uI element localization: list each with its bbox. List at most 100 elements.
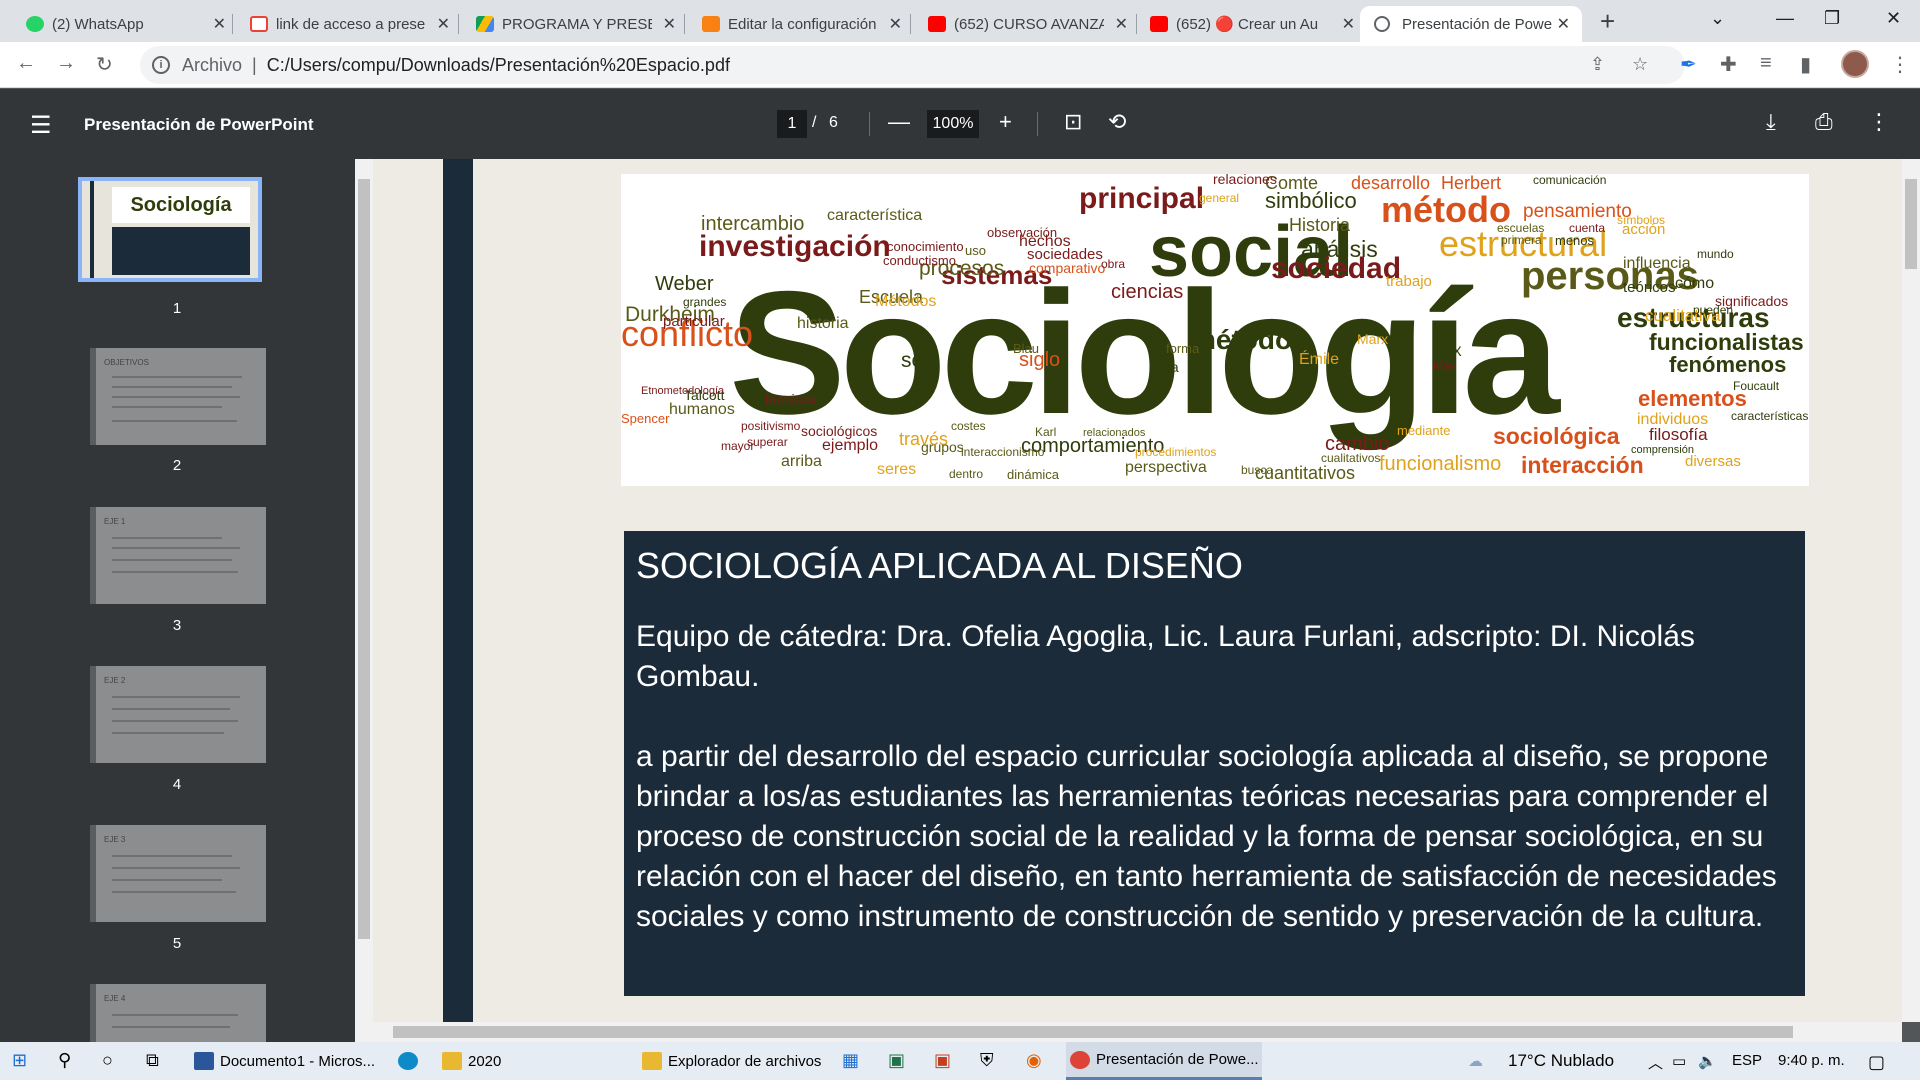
store-icon[interactable]: ▦: [842, 1050, 859, 1071]
word-cloud-word: obra: [1101, 257, 1126, 271]
zoom-level-input[interactable]: 100%: [927, 110, 979, 138]
hamburger-menu-icon[interactable]: ☰: [30, 111, 52, 140]
share-icon[interactable]: ⇪: [1590, 54, 1605, 75]
word-cloud-word: Foucault: [1733, 379, 1780, 393]
word-cloud-word: Max: [1433, 359, 1456, 373]
close-tab-icon[interactable]: ✕: [1115, 14, 1128, 34]
excel-icon[interactable]: ▣: [888, 1050, 905, 1071]
thumbnail-page-5[interactable]: EJE 3: [90, 825, 266, 922]
sidebar-scroll-thumb[interactable]: [358, 179, 370, 939]
clock[interactable]: 9:40 p. m.: [1778, 1052, 1845, 1069]
forward-icon[interactable]: →: [56, 52, 76, 75]
close-tab-icon[interactable]: ✕: [663, 14, 676, 34]
word-cloud-word: filosofía: [1649, 425, 1708, 444]
extension-feather-icon[interactable]: ✒: [1680, 52, 1697, 77]
tab-pdf-active[interactable]: Presentación de Powe ✕: [1360, 6, 1582, 42]
viewer-hscroll-thumb[interactable]: [393, 1026, 1793, 1038]
word-cloud-word: Weber: [655, 273, 714, 295]
search-icon[interactable]: ⚲: [58, 1050, 71, 1071]
windows-start-icon[interactable]: ⊞: [12, 1050, 27, 1071]
tab-youtube-curso[interactable]: (652) CURSO AVANZA ✕: [928, 6, 1128, 42]
close-window-button[interactable]: ✕: [1886, 8, 1901, 29]
viewer-horizontal-scrollbar[interactable]: [373, 1022, 1902, 1042]
folder-icon: [642, 1052, 662, 1070]
download-icon[interactable]: ⤓: [1766, 109, 1776, 135]
taskbar-explorer[interactable]: Explorador de archivos: [638, 1042, 828, 1080]
tab-moodle[interactable]: Editar la configuración ✕: [702, 6, 902, 42]
weather-text[interactable]: 17°C Nublado: [1508, 1051, 1614, 1071]
zoom-in-button[interactable]: +: [999, 109, 1012, 135]
close-tab-icon[interactable]: ✕: [1557, 14, 1570, 34]
tab-drive[interactable]: PROGRAMA Y PRESEN ✕: [476, 6, 676, 42]
word-cloud-word: Marx: [1357, 331, 1389, 347]
thumbnail-number: 4: [172, 776, 182, 793]
bookmark-star-icon[interactable]: ☆: [1632, 54, 1648, 75]
task-view-icon[interactable]: ⧉: [146, 1050, 159, 1071]
taskbar-folder-2020[interactable]: 2020: [438, 1042, 618, 1080]
windows-taskbar: ⊞ ⚲ ○ ⧉ Documento1 - Micros... 2020 Expl…: [0, 1042, 1920, 1080]
thumbnail-heading: Sociología: [112, 187, 250, 223]
thumbnail-page-3[interactable]: EJE 1: [90, 507, 266, 604]
notifications-icon[interactable]: ▢: [1868, 1052, 1885, 1073]
viewer-scroll-thumb[interactable]: [1905, 179, 1917, 269]
word-cloud-word: escuelas: [1497, 221, 1545, 235]
fit-page-icon[interactable]: ⊡: [1064, 109, 1082, 135]
taskbar-word[interactable]: Documento1 - Micros...: [190, 1042, 380, 1080]
more-options-icon[interactable]: ⋮: [1868, 109, 1890, 135]
word-cloud-word: pensamiento: [1523, 201, 1632, 222]
firefox-icon[interactable]: ◉: [1026, 1050, 1042, 1071]
viewer-vertical-scrollbar[interactable]: [1902, 159, 1920, 1022]
chrome-menu-icon[interactable]: ⋮: [1890, 52, 1910, 77]
media-control-icon[interactable]: ≡: [1760, 52, 1772, 75]
new-tab-button[interactable]: +: [1600, 6, 1615, 37]
thumbnail-page-2[interactable]: OBJETIVOS: [90, 348, 266, 445]
address-bar[interactable]: i Archivo | C:/Users/compu/Downloads/Pre…: [140, 46, 1685, 84]
minimize-button[interactable]: —: [1776, 8, 1794, 29]
close-tab-icon[interactable]: ✕: [1342, 14, 1355, 34]
powerpoint-icon[interactable]: ▣: [934, 1050, 951, 1071]
word-cloud-word: dinámica: [1007, 467, 1060, 482]
back-icon[interactable]: ←: [16, 52, 36, 75]
language-indicator[interactable]: ESP: [1732, 1052, 1762, 1069]
word-cloud-word: relaciones: [1213, 174, 1277, 187]
reload-icon[interactable]: ↻: [96, 52, 113, 77]
address-url[interactable]: C:/Users/compu/Downloads/Presentación%20…: [267, 55, 730, 76]
close-tab-icon[interactable]: ✕: [889, 14, 902, 34]
side-panel-icon[interactable]: ▮: [1800, 52, 1811, 77]
tab-gmail[interactable]: link de acceso a prese ✕: [250, 6, 450, 42]
taskbar-chrome-pdf[interactable]: Presentación de Powe...: [1066, 1042, 1262, 1080]
word-cloud-word: fenómenos: [1669, 352, 1787, 377]
thumbnail-page-1[interactable]: Sociología: [78, 177, 262, 282]
word-cloud-word: positivismo: [741, 419, 801, 433]
word-cloud-word: perspectiva: [1125, 459, 1207, 476]
tab-whatsapp[interactable]: (2) WhatsApp ✕: [26, 6, 226, 42]
tab-search-icon[interactable]: ⌄: [1710, 8, 1725, 29]
thumbnail-page-4[interactable]: EJE 2: [90, 666, 266, 763]
page-number-input[interactable]: 1: [777, 110, 807, 138]
show-hidden-icons[interactable]: ︿: [1648, 1052, 1663, 1073]
print-icon[interactable]: ⎙: [1815, 109, 1833, 135]
battery-icon[interactable]: ▭: [1672, 1052, 1686, 1070]
thumbnail-page-6[interactable]: EJE 4: [90, 984, 266, 1042]
edge-icon: [398, 1052, 418, 1070]
security-shield-icon[interactable]: ⛨: [980, 1050, 994, 1071]
whatsapp-icon: [26, 16, 44, 32]
zoom-out-button[interactable]: —: [888, 109, 910, 135]
extensions-puzzle-icon[interactable]: ✚: [1720, 52, 1737, 77]
profile-avatar[interactable]: [1841, 50, 1869, 78]
word-cloud-word: Spencer: [621, 411, 670, 426]
close-tab-icon[interactable]: ✕: [213, 14, 226, 34]
close-tab-icon[interactable]: ✕: [437, 14, 450, 34]
rotate-icon[interactable]: ⟲: [1108, 109, 1126, 135]
cortana-icon[interactable]: ○: [102, 1050, 113, 1071]
tab-youtube-crear[interactable]: (652) 🔴 Crear un Au ✕: [1150, 6, 1355, 42]
word-cloud-word: métodos: [1191, 324, 1308, 355]
info-icon[interactable]: i: [152, 56, 170, 74]
word-cloud-word: Historia: [1289, 215, 1351, 235]
word-cloud-word: conocimiento: [887, 239, 964, 254]
volume-icon[interactable]: 🔈: [1698, 1052, 1717, 1070]
sidebar-scrollbar[interactable]: [355, 159, 373, 1042]
restore-button[interactable]: ❐: [1824, 8, 1840, 29]
word-cloud-word: XX: [1443, 343, 1462, 359]
taskbar-edge[interactable]: [394, 1042, 430, 1080]
